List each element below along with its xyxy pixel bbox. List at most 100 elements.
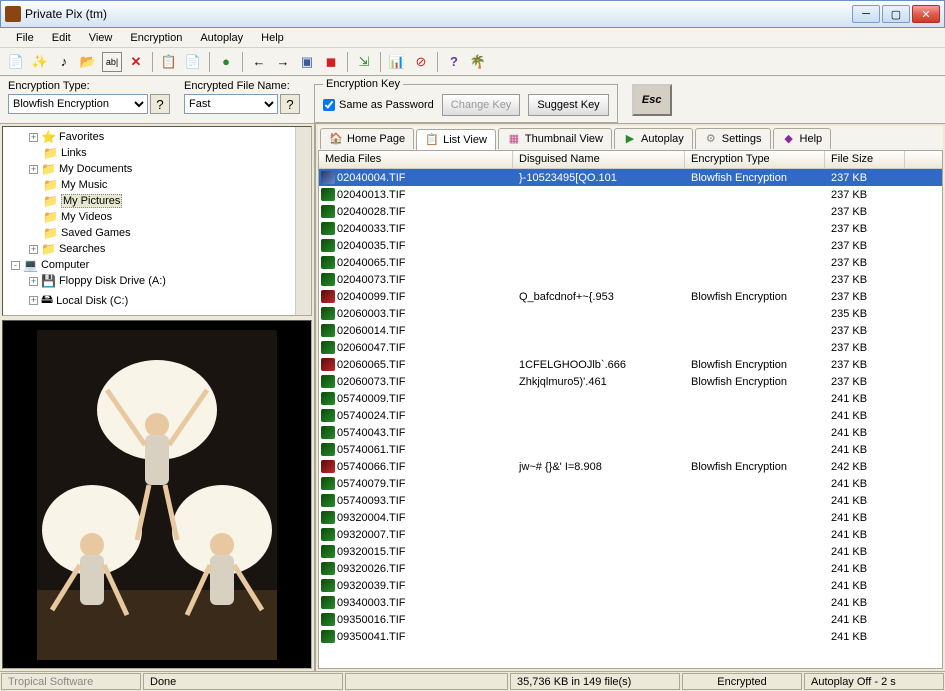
file-row[interactable]: 05740079.TIF241 KB xyxy=(319,475,942,492)
file-row[interactable]: 09320039.TIF241 KB xyxy=(319,577,942,594)
file-row[interactable]: 02060014.TIF237 KB xyxy=(319,322,942,339)
list-header[interactable]: Media Files Disguised Name Encryption Ty… xyxy=(319,151,942,169)
file-row[interactable]: 02040033.TIF237 KB xyxy=(319,220,942,237)
file-row[interactable]: 09350016.TIF241 KB xyxy=(319,611,942,628)
file-row[interactable]: 02040099.TIFQ_bafcdnof+~{.953Blowfish En… xyxy=(319,288,942,305)
autoplay-icon: ▶ xyxy=(623,132,637,146)
file-row[interactable]: 05740066.TIFjw~# {}&' I=8.908Blowfish En… xyxy=(319,458,942,475)
help-icon[interactable]: ? xyxy=(444,52,464,72)
tree-expander-icon[interactable]: - xyxy=(11,261,20,270)
maximize-button[interactable]: ▢ xyxy=(882,5,910,23)
file-row[interactable]: 09320004.TIF241 KB xyxy=(319,509,942,526)
menu-help[interactable]: Help xyxy=(253,30,292,46)
tab-settings[interactable]: ⚙Settings xyxy=(695,128,771,149)
tree-item-my-videos[interactable]: 📁My Videos xyxy=(5,209,309,225)
cancel-report-icon[interactable]: ⊘ xyxy=(411,52,431,72)
esc-button[interactable]: Esc xyxy=(632,84,672,116)
file-row[interactable]: 05740024.TIF241 KB xyxy=(319,407,942,424)
new-icon[interactable]: 📄 xyxy=(6,52,26,72)
file-row[interactable]: 02060065.TIF1CFELGHOOJlb`.666Blowfish En… xyxy=(319,356,942,373)
folder-open-icon[interactable]: 📂 xyxy=(78,52,98,72)
palm-icon[interactable]: 🌴 xyxy=(468,52,488,72)
col-disguised-name[interactable]: Disguised Name xyxy=(513,151,685,168)
tab-autoplay[interactable]: ▶Autoplay xyxy=(614,128,693,149)
encryption-type-help-button[interactable]: ? xyxy=(150,94,170,114)
file-encryption: Blowfish Encryption xyxy=(685,461,825,473)
file-row[interactable]: 09320007.TIF241 KB xyxy=(319,526,942,543)
file-row[interactable]: 05740009.TIF241 KB xyxy=(319,390,942,407)
tree-item-floppy-disk-drive-a-[interactable]: +💾Floppy Disk Drive (A:) xyxy=(5,273,309,289)
menu-file[interactable]: File xyxy=(8,30,42,46)
delete-icon[interactable]: ✕ xyxy=(126,52,146,72)
file-row[interactable]: 02060003.TIF235 KB xyxy=(319,305,942,322)
col-encryption-type[interactable]: Encryption Type xyxy=(685,151,825,168)
suggest-key-button[interactable]: Suggest Key xyxy=(528,94,608,116)
file-row[interactable]: 05740093.TIF241 KB xyxy=(319,492,942,509)
file-row[interactable]: 02040035.TIF237 KB xyxy=(319,237,942,254)
file-row[interactable]: 05740061.TIF241 KB xyxy=(319,441,942,458)
tree-expander-icon[interactable]: + xyxy=(29,165,38,174)
back-icon[interactable]: ← xyxy=(249,52,269,72)
tab-list-view[interactable]: 📋List View xyxy=(416,129,496,150)
file-row[interactable]: 05740043.TIF241 KB xyxy=(319,424,942,441)
close-button[interactable]: ✕ xyxy=(912,5,940,23)
tree-item-computer[interactable]: -💻Computer xyxy=(5,257,309,273)
menu-view[interactable]: View xyxy=(81,30,121,46)
stop-icon[interactable]: ◼ xyxy=(321,52,341,72)
minimize-button[interactable]: ─ xyxy=(852,5,880,23)
file-row[interactable]: 09350041.TIF241 KB xyxy=(319,628,942,645)
tree-item-local-disk-c-[interactable]: +🖴Local Disk (C:) xyxy=(5,289,309,312)
forward-icon[interactable]: → xyxy=(273,52,293,72)
tree-item-searches[interactable]: +📁Searches xyxy=(5,241,309,257)
tree-item-label: Floppy Disk Drive (A:) xyxy=(59,275,166,287)
tab-thumbnail-view[interactable]: ▦Thumbnail View xyxy=(498,128,612,149)
file-row[interactable]: 02040013.TIF237 KB xyxy=(319,186,942,203)
file-icon xyxy=(321,579,335,592)
tree-item-links[interactable]: 📁Links xyxy=(5,145,309,161)
same-as-password-checkbox[interactable] xyxy=(323,99,335,111)
col-file-size[interactable]: File Size xyxy=(825,151,905,168)
encrypted-filename-select[interactable]: Fast xyxy=(184,94,278,114)
menu-edit[interactable]: Edit xyxy=(44,30,79,46)
col-media-files[interactable]: Media Files xyxy=(319,151,513,168)
tree-expander-icon[interactable]: + xyxy=(29,296,38,305)
tree-expander-icon[interactable]: + xyxy=(29,133,38,142)
menu-encryption[interactable]: Encryption xyxy=(122,30,190,46)
status-done: Done xyxy=(143,673,343,690)
tab-help[interactable]: ◆Help xyxy=(773,128,832,149)
record-icon[interactable]: ● xyxy=(216,52,236,72)
file-row[interactable]: 09320015.TIF241 KB xyxy=(319,543,942,560)
file-size: 242 KB xyxy=(825,461,905,473)
file-row[interactable]: 09340003.TIF241 KB xyxy=(319,594,942,611)
list-body[interactable]: 02040004.TIF}-10523495[QO.101Blowfish En… xyxy=(319,169,942,668)
file-row[interactable]: 02060073.TIFZhkjqlmuro5)'.461Blowfish En… xyxy=(319,373,942,390)
file-row[interactable]: 02060047.TIF237 KB xyxy=(319,339,942,356)
tree-expander-icon[interactable]: + xyxy=(29,245,38,254)
file-row[interactable]: 02040065.TIF237 KB xyxy=(319,254,942,271)
tree-item-my-pictures[interactable]: 📁My Pictures xyxy=(5,193,309,209)
tree-item-favorites[interactable]: +⭐Favorites xyxy=(5,129,309,145)
file-row[interactable]: 02040073.TIF237 KB xyxy=(319,271,942,288)
change-key-button[interactable]: Change Key xyxy=(442,94,521,116)
music-icon[interactable]: ♪ xyxy=(54,52,74,72)
encryption-type-select[interactable]: Blowfish Encryption xyxy=(8,94,148,114)
paste-icon[interactable]: 📄 xyxy=(183,52,203,72)
rename-icon[interactable]: ab| xyxy=(102,52,122,72)
encrypted-filename-help-button[interactable]: ? xyxy=(280,94,300,114)
file-row[interactable]: 02040028.TIF237 KB xyxy=(319,203,942,220)
tree-item-my-documents[interactable]: +📁My Documents xyxy=(5,161,309,177)
folder-tree[interactable]: +⭐Favorites📁Links+📁My Documents📁My Music… xyxy=(2,126,312,316)
tree-item-saved-games[interactable]: 📁Saved Games xyxy=(5,225,309,241)
sparkle-icon[interactable]: ✨ xyxy=(30,52,50,72)
file-row[interactable]: 02040004.TIF}-10523495[QO.101Blowfish En… xyxy=(319,169,942,186)
export-icon[interactable]: ⇲ xyxy=(354,52,374,72)
file-row[interactable]: 09320026.TIF241 KB xyxy=(319,560,942,577)
report-icon[interactable]: 📊 xyxy=(387,52,407,72)
tree-expander-icon[interactable]: + xyxy=(29,277,38,286)
tree-scrollbar[interactable] xyxy=(295,127,311,315)
menu-autoplay[interactable]: Autoplay xyxy=(192,30,251,46)
slideshow-icon[interactable]: ▣ xyxy=(297,52,317,72)
copy-icon[interactable]: 📋 xyxy=(159,52,179,72)
tree-item-my-music[interactable]: 📁My Music xyxy=(5,177,309,193)
tab-home-page[interactable]: 🏠Home Page xyxy=(320,128,414,149)
